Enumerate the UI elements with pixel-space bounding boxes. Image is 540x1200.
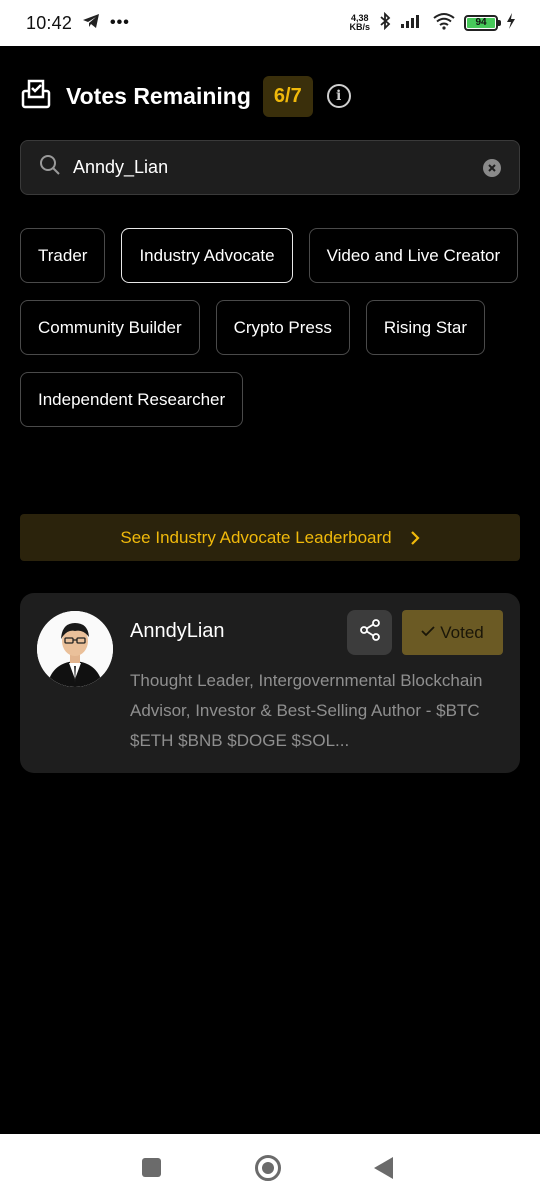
recent-apps-icon[interactable]	[142, 1158, 161, 1177]
home-icon[interactable]	[255, 1155, 281, 1181]
candidate-description: Thought Leader, Intergovernmental Blockc…	[130, 671, 483, 750]
chevron-right-icon	[410, 530, 420, 546]
charging-icon	[506, 12, 516, 34]
page-title: Votes Remaining	[66, 82, 251, 109]
ballot-box-icon	[20, 78, 52, 115]
search-input[interactable]	[73, 157, 483, 178]
category-chip-community-builder[interactable]: Community Builder	[20, 300, 200, 355]
share-button[interactable]	[347, 610, 392, 655]
telegram-icon	[82, 13, 100, 34]
system-nav-bar	[0, 1134, 540, 1200]
votes-remaining-badge: 6/7	[262, 75, 313, 117]
bluetooth-icon	[378, 11, 392, 35]
share-icon	[358, 618, 382, 647]
votes-header: Votes Remaining 6/7 i	[20, 74, 520, 118]
category-chip-video-live-creator[interactable]: Video and Live Creator	[308, 228, 519, 283]
voted-label: Voted	[440, 622, 484, 642]
search-icon	[39, 154, 61, 181]
candidate-card[interactable]: AnndyLian Voted Thought Leader, Intergov…	[20, 593, 520, 773]
category-chip-crypto-press[interactable]: Crypto Press	[215, 300, 350, 355]
category-chip-rising-star[interactable]: Rising Star	[365, 300, 485, 355]
info-icon[interactable]: i	[326, 84, 351, 108]
signal-icon	[400, 13, 424, 34]
search-bar	[20, 140, 520, 195]
status-bar: 10:42 ••• 4,38 KB/s 94	[0, 0, 540, 46]
check-icon	[421, 624, 435, 641]
category-filters: Trader Industry Advocate Video and Live …	[20, 228, 520, 427]
category-chip-industry-advocate[interactable]: Industry Advocate	[121, 228, 293, 283]
battery-icon: 94	[464, 15, 501, 31]
avatar	[37, 611, 113, 687]
category-chip-trader[interactable]: Trader	[20, 228, 106, 283]
network-speed: 4,38 KB/s	[349, 13, 370, 32]
status-time: 10:42	[26, 12, 73, 33]
candidate-name: AnndyLian	[130, 620, 225, 642]
clear-search-icon[interactable]	[483, 158, 501, 177]
wifi-icon	[432, 12, 456, 35]
voted-button[interactable]: Voted	[402, 610, 503, 655]
leaderboard-link[interactable]: See Industry Advocate Leaderboard	[20, 514, 520, 561]
category-chip-independent-researcher[interactable]: Independent Researcher	[20, 372, 244, 427]
back-icon[interactable]	[374, 1157, 393, 1179]
leaderboard-link-label: See Industry Advocate Leaderboard	[120, 527, 392, 547]
more-notifications-icon: •••	[110, 14, 130, 31]
